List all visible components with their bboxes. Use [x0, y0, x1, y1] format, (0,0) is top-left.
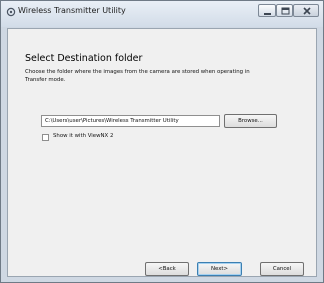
show-with-viewnx-checkbox[interactable]	[42, 134, 49, 141]
app-icon	[6, 7, 16, 17]
maximize-button[interactable]	[276, 4, 293, 17]
window-title: Wireless Transmitter Utility	[18, 6, 126, 15]
title-bar[interactable]: Wireless Transmitter Utility	[1, 1, 323, 27]
show-with-viewnx-label: Show it with ViewNX 2	[53, 133, 114, 139]
close-button[interactable]	[293, 4, 319, 17]
back-button[interactable]: <Back	[145, 262, 189, 276]
minimize-icon	[264, 13, 271, 15]
minimize-button[interactable]	[258, 4, 276, 17]
destination-folder-field[interactable]: C:\Users\user\Pictures\Wireless Transmit…	[41, 115, 220, 127]
wizard-panel: Select Destination folder Choose the fol…	[7, 28, 317, 277]
maximize-icon	[281, 7, 290, 15]
next-button[interactable]: Next>	[197, 262, 242, 276]
page-description: Choose the folder where the images from …	[25, 69, 250, 83]
cancel-button[interactable]: Cancel	[260, 262, 304, 276]
close-icon	[303, 7, 311, 15]
app-window: Wireless Transmitter Utility Select Dest…	[0, 0, 324, 283]
page-heading: Select Destination folder	[25, 53, 143, 64]
browse-button[interactable]: Browse...	[224, 114, 277, 128]
